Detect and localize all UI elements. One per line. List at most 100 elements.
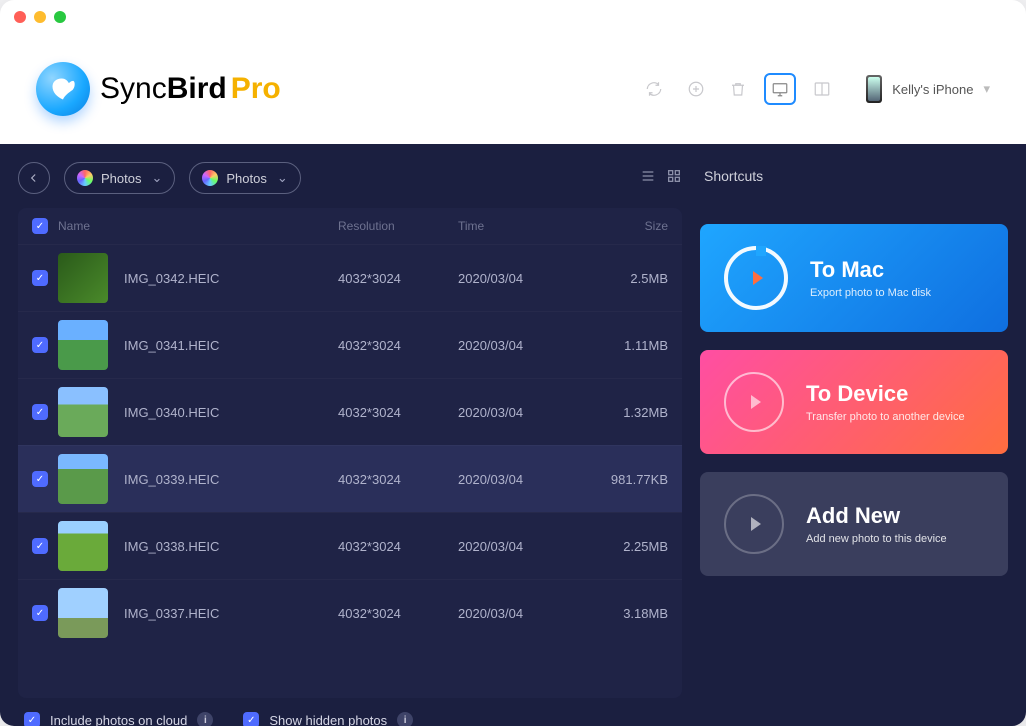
- file-name: IMG_0339.HEIC: [124, 472, 219, 487]
- file-size: 1.11MB: [578, 338, 668, 353]
- ring-icon: [724, 494, 784, 554]
- window-zoom-button[interactable]: [54, 11, 66, 23]
- shortcut-title: To Mac: [810, 257, 931, 283]
- table-rows[interactable]: ✓IMG_0342.HEIC4032*30242020/03/042.5MB✓I…: [18, 244, 682, 698]
- shortcut-to-mac[interactable]: To Mac Export photo to Mac disk: [700, 224, 1008, 332]
- breadcrumb: Photos ⌄ Photos ⌄: [18, 162, 682, 194]
- file-size: 1.32MB: [578, 405, 668, 420]
- progress-ring-icon: [724, 246, 788, 310]
- photo-thumbnail: [58, 454, 108, 504]
- file-time: 2020/03/04: [458, 338, 578, 353]
- shortcut-add-new[interactable]: Add New Add new photo to this device: [700, 472, 1008, 576]
- shortcut-subtitle: Export photo to Mac disk: [810, 287, 931, 299]
- file-time: 2020/03/04: [458, 472, 578, 487]
- ring-icon: [724, 372, 784, 432]
- file-size: 3.18MB: [578, 606, 668, 621]
- file-resolution: 4032*3024: [338, 606, 458, 621]
- info-icon[interactable]: i: [197, 712, 213, 726]
- display-button[interactable]: [766, 75, 794, 103]
- breadcrumb-pill-2[interactable]: Photos ⌄: [189, 162, 300, 194]
- window-close-button[interactable]: [14, 11, 26, 23]
- photo-table: ✓ Name Resolution Time Size ✓ IMG_0342.HE…: [18, 208, 682, 698]
- chevron-down-icon: ▾: [983, 81, 990, 97]
- photo-thumbnail: [58, 253, 108, 303]
- breadcrumb-label-1: Photos: [101, 171, 141, 186]
- col-time[interactable]: Time: [458, 219, 578, 233]
- file-resolution: 4032*3024: [338, 405, 458, 420]
- table-row[interactable]: ✓IMG_0338.HEIC4032*30242020/03/042.25MB: [18, 512, 682, 579]
- play-icon: [751, 517, 761, 531]
- file-resolution: 4032*3024: [338, 338, 458, 353]
- row-checkbox[interactable]: ✓: [32, 605, 48, 621]
- file-time: 2020/03/04: [458, 539, 578, 554]
- play-icon: [751, 395, 761, 409]
- file-time: 2020/03/04: [458, 405, 578, 420]
- chevron-down-icon: ⌄: [277, 170, 288, 186]
- table-row[interactable]: ✓IMG_0339.HEIC4032*30242020/03/04981.77K…: [18, 445, 682, 512]
- view-toggle: [640, 168, 682, 189]
- titlebar: [0, 0, 1026, 34]
- phone-icon: [866, 75, 882, 103]
- shortcuts-title: Shortcuts: [704, 168, 1008, 184]
- breadcrumb-pill-1[interactable]: Photos ⌄: [64, 162, 175, 194]
- app-title-sync: Sync: [100, 72, 167, 105]
- show-hidden-checkbox[interactable]: ✓: [243, 712, 259, 726]
- file-resolution: 4032*3024: [338, 271, 458, 286]
- app-logo: SyncBirdPro: [36, 62, 281, 116]
- device-label: Kelly's iPhone: [892, 82, 973, 97]
- photo-thumbnail: [58, 521, 108, 571]
- photo-thumbnail: [58, 387, 108, 437]
- file-time: 2020/03/04: [458, 271, 578, 286]
- row-checkbox[interactable]: ✓: [32, 337, 48, 353]
- list-view-icon[interactable]: [640, 168, 656, 189]
- select-all-checkbox[interactable]: ✓: [32, 218, 48, 234]
- table-row[interactable]: ✓IMG_0341.HEIC4032*30242020/03/041.11MB: [18, 311, 682, 378]
- include-cloud-checkbox[interactable]: ✓: [24, 712, 40, 726]
- shortcut-to-device[interactable]: To Device Transfer photo to another devi…: [700, 350, 1008, 454]
- grid-view-icon[interactable]: [666, 168, 682, 189]
- show-hidden-label: Show hidden photos: [269, 713, 387, 726]
- header-right: Kelly's iPhone ▾: [640, 75, 990, 103]
- file-name: IMG_0337.HEIC: [124, 606, 219, 621]
- info-icon[interactable]: i: [397, 712, 413, 726]
- photos-icon: [77, 170, 93, 186]
- header: SyncBirdPro: [0, 34, 1026, 144]
- app-title-bird: Bird: [167, 72, 227, 105]
- row-checkbox[interactable]: ✓: [32, 270, 48, 286]
- device-selector[interactable]: Kelly's iPhone ▾: [866, 75, 990, 103]
- logo-badge-icon: [36, 62, 90, 116]
- toolbar: [640, 75, 836, 103]
- trash-button[interactable]: [724, 75, 752, 103]
- play-icon: [753, 271, 763, 285]
- row-checkbox[interactable]: ✓: [32, 471, 48, 487]
- main-body: Photos ⌄ Photos ⌄: [0, 144, 1026, 726]
- breadcrumb-label-2: Photos: [226, 171, 266, 186]
- window-minimize-button[interactable]: [34, 11, 46, 23]
- add-button[interactable]: [682, 75, 710, 103]
- refresh-button[interactable]: [640, 75, 668, 103]
- file-name: IMG_0338.HEIC: [124, 539, 219, 554]
- col-name[interactable]: Name: [58, 219, 338, 233]
- back-button[interactable]: [18, 162, 50, 194]
- chevron-down-icon: ⌄: [151, 170, 162, 186]
- file-size: 2.5MB: [578, 271, 668, 286]
- include-cloud-label: Include photos on cloud: [50, 713, 187, 726]
- columns-button[interactable]: [808, 75, 836, 103]
- table-row[interactable]: ✓ IMG_0342.HEIC 4032*30242020/03/042.5MB: [18, 244, 682, 311]
- shortcut-title: To Device: [806, 381, 965, 407]
- file-name: IMG_0342.HEIC: [124, 271, 219, 286]
- shortcut-title: Add New: [806, 503, 947, 529]
- app-title: SyncBirdPro: [100, 72, 281, 106]
- file-time: 2020/03/04: [458, 606, 578, 621]
- col-size[interactable]: Size: [578, 219, 668, 233]
- row-checkbox[interactable]: ✓: [32, 404, 48, 420]
- file-name: IMG_0340.HEIC: [124, 405, 219, 420]
- table-header: ✓ Name Resolution Time Size: [18, 208, 682, 244]
- file-resolution: 4032*3024: [338, 539, 458, 554]
- table-row[interactable]: ✓ IMG_0337.HEIC 4032*30242020/03/043.18MB: [18, 579, 682, 646]
- photo-thumbnail: [58, 588, 108, 638]
- col-resolution[interactable]: Resolution: [338, 219, 458, 233]
- table-row[interactable]: ✓ IMG_0340.HEIC 4032*30242020/03/041.32MB: [18, 378, 682, 445]
- row-checkbox[interactable]: ✓: [32, 538, 48, 554]
- left-panel: Photos ⌄ Photos ⌄: [18, 162, 682, 726]
